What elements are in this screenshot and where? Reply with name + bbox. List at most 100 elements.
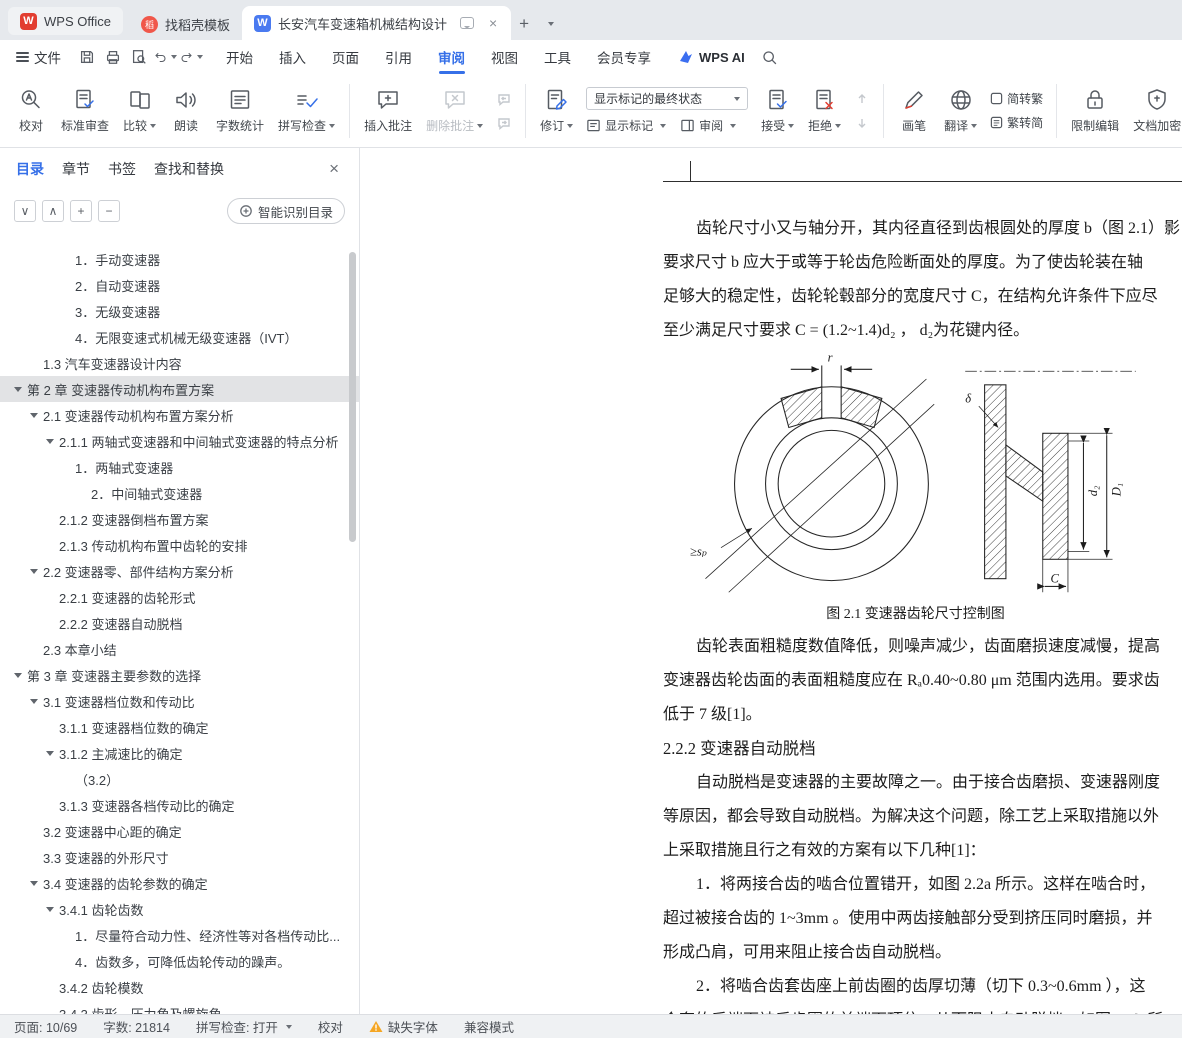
show-markup-button[interactable]: 显示标记 [586, 117, 667, 134]
translate-button[interactable]: 翻译 [937, 79, 984, 143]
page-indicator[interactable]: 页面: 10/69 [14, 1017, 77, 1036]
toc-item[interactable]: 2.2 变速器零、部件结构方案分析 [0, 558, 359, 584]
proofread-button[interactable]: 校对 [8, 79, 54, 143]
tab-docer-templates[interactable]: 稻 找稻壳模板 [129, 8, 242, 40]
toc-item[interactable]: 3.4.3 齿形、压力角及螺旋角 [0, 1000, 359, 1015]
toc-item[interactable]: 3.1.1 变速器档位数的确定 [0, 714, 359, 740]
menu-item[interactable]: 页面 [319, 40, 372, 74]
toc-item[interactable]: 3.1.3 变速器各档传动比的确定 [0, 792, 359, 818]
track-changes-button[interactable]: 修订 [533, 79, 580, 143]
collapse-all-button[interactable]: ∨ [14, 200, 36, 222]
traditional-to-simplified-button[interactable]: 繁转简 [990, 114, 1043, 131]
sidebar-scrollbar-thumb[interactable] [349, 252, 356, 542]
toc-item[interactable]: 1．手动变速器 [0, 246, 359, 272]
menu-item[interactable]: 插入 [266, 40, 319, 74]
new-tab-button[interactable]: + [511, 8, 537, 40]
doc-line[interactable]: 等原因，都会导致自动脱档。为解决这个问题，除工艺上采取措施以外 [663, 800, 1168, 834]
menu-item[interactable]: 视图 [478, 40, 531, 74]
menu-item[interactable]: 引用 [372, 40, 425, 74]
menu-item[interactable]: 工具 [531, 40, 584, 74]
figure-2-1[interactable]: r ≥sₚ δ d₂ D₁ C [663, 348, 1168, 600]
toc-item[interactable]: （3.2） [0, 766, 359, 792]
menu-item[interactable]: 开始 [213, 40, 266, 74]
sidebar-tab[interactable]: 章节 [62, 159, 90, 179]
doc-line[interactable]: 自动脱档是变速器的主要故障之一。由于接合齿磨损、变速器刚度 [663, 766, 1168, 800]
menu-item[interactable]: 会员专享 [584, 40, 664, 74]
expand-triangle-icon[interactable] [46, 906, 54, 912]
toc-item[interactable]: 3.2 变速器中心距的确定 [0, 818, 359, 844]
smart-toc-button[interactable]: 智能识别目录 [226, 198, 345, 224]
toc-item[interactable]: 2.2.2 变速器自动脱档 [0, 610, 359, 636]
toc-item[interactable]: 3.1.2 主减速比的确定 [0, 740, 359, 766]
expand-triangle-icon[interactable] [30, 412, 38, 418]
expand-triangle-icon[interactable] [46, 438, 54, 444]
doc-line[interactable]: 1．将两接合齿的啮合位置错开，如图 2.2a 所示。这样在啮合时， [663, 868, 1168, 902]
expand-triangle-icon[interactable] [14, 386, 22, 392]
toc-item[interactable]: 2.3 本章小结 [0, 636, 359, 662]
proofread-indicator[interactable]: 校对 [318, 1017, 343, 1036]
zoom-out-outline-button[interactable]: − [98, 200, 120, 222]
document-encrypt-button[interactable]: 文档加密 [1126, 79, 1182, 143]
toc-item[interactable]: 4．无限变速式机械无级变速器（IVT） [0, 324, 359, 350]
toc-item[interactable]: 1．两轴式变速器 [0, 454, 359, 480]
doc-line[interactable]: 低于 7 级[1]。 [663, 698, 1168, 732]
tab-close-icon[interactable]: × [487, 15, 499, 31]
standard-review-button[interactable]: 标准审查 [54, 79, 116, 143]
restrict-editing-button[interactable]: 限制编辑 [1064, 79, 1126, 143]
doc-line[interactable]: 要求尺寸 b 应大于或等于轮齿危险断面处的厚度。为了使齿轮装在轴 [663, 246, 1168, 280]
sidebar-tab[interactable]: 书签 [108, 159, 136, 179]
close-pane-icon[interactable]: × [325, 159, 343, 179]
toc-item[interactable]: 3．无级变速器 [0, 298, 359, 324]
doc-line[interactable]: 2.2.2 变速器自动脱档 [663, 732, 1168, 766]
expand-triangle-icon[interactable] [14, 672, 22, 678]
print-button[interactable] [101, 45, 125, 69]
doc-line[interactable]: 合套的后端面被后齿圈的前端面顶住，从而阻止自动脱档，如图 2.2b 所 [663, 1004, 1168, 1014]
spell-check-indicator[interactable]: 拼写检查: 打开 [196, 1017, 292, 1036]
compatibility-mode-indicator[interactable]: 兼容模式 [464, 1017, 514, 1036]
simplified-to-traditional-button[interactable]: 简转繁 [990, 90, 1043, 107]
markup-state-select[interactable]: 显示标记的最终状态 [586, 87, 749, 110]
tab-document[interactable]: W 长安汽车变速箱机械结构设计 × [241, 6, 512, 40]
document-text[interactable]: 齿轮尺寸小又与轴分开，其内径直径到齿根圆处的厚度 b（图 2.1）影 要求尺寸 b… [663, 212, 1180, 1014]
toc-item[interactable]: 1.3 汽车变速器设计内容 [0, 350, 359, 376]
print-preview-button[interactable] [127, 45, 151, 69]
toc-item[interactable]: 1．尽量符合动力性、经济性等对各档传动比... [0, 922, 359, 948]
save-button[interactable] [75, 45, 99, 69]
sidebar-tab[interactable]: 查找和替换 [154, 159, 224, 179]
tab-list-caret-icon[interactable] [537, 8, 562, 40]
doc-line[interactable]: 齿轮表面粗糙度数值降低，则噪声减少，齿面磨损速度减慢，提高 [663, 630, 1168, 664]
doc-line[interactable]: 形成凸肩，可用来阻止接合齿自动脱档。 [663, 936, 1168, 970]
tab-wps-home[interactable]: W WPS Office [8, 7, 123, 35]
toc-item[interactable]: 3.1 变速器档位数和传动比 [0, 688, 359, 714]
file-menu-button[interactable]: 文件 [6, 44, 71, 70]
reject-revision-button[interactable]: 拒绝 [801, 79, 848, 143]
sidebar-tab[interactable]: 目录 [16, 159, 44, 179]
toc-item[interactable]: 2.2.1 变速器的齿轮形式 [0, 584, 359, 610]
doc-line[interactable]: 2．将啮合齿套齿座上前齿圈的齿厚切薄（切下 0.3~0.6mm ），这 [663, 970, 1168, 1004]
toc-item[interactable]: 3.4.1 齿轮齿数 [0, 896, 359, 922]
doc-line[interactable]: 至少满足尺寸要求 C = (1.2~1.4)d₂ ， d₂为花键内径。 [663, 314, 1168, 348]
toc-item[interactable]: 2.1.2 变速器倒档布置方案 [0, 506, 359, 532]
toc-item[interactable]: 3.4 变速器的齿轮参数的确定 [0, 870, 359, 896]
expand-triangle-icon[interactable] [46, 750, 54, 756]
doc-line[interactable]: 变速器齿轮齿面的表面粗糙度应在 Rₐ0.40~0.80 μm 范围内选用。要求齿 [663, 664, 1168, 698]
toc-item[interactable]: 2.1 变速器传动机构布置方案分析 [0, 402, 359, 428]
doc-line[interactable]: 超过被接合齿的 1~3mm 。使用中两齿接触部分受到挤压同时磨损，并 [663, 902, 1168, 936]
doc-line[interactable]: 齿轮尺寸小又与轴分开，其内径直径到齿根圆处的厚度 b（图 2.1）影 [663, 212, 1180, 246]
toc-item[interactable]: 第 3 章 变速器主要参数的选择 [0, 662, 359, 688]
expand-triangle-icon[interactable] [30, 880, 38, 886]
expand-triangle-icon[interactable] [30, 698, 38, 704]
undo-button[interactable] [153, 45, 177, 69]
doc-line[interactable]: 上采取措施且行之有效的方案有以下几种[1]： [663, 834, 1168, 868]
menu-item[interactable]: 审阅 [425, 40, 478, 74]
figure-caption[interactable]: 图 2.1 变速器齿轮尺寸控制图 [663, 600, 1168, 630]
toc-item[interactable]: 2．中间轴式变速器 [0, 480, 359, 506]
redo-button[interactable] [179, 45, 203, 69]
toc-item[interactable]: 2．自动变速器 [0, 272, 359, 298]
toc-item[interactable]: 第 2 章 变速器传动机构布置方案 [0, 376, 359, 402]
toc-item[interactable]: 4．齿数多，可降低齿轮传动的躁声。 [0, 948, 359, 974]
pen-button[interactable]: 画笔 [891, 79, 937, 143]
word-count-button[interactable]: 字数统计 [209, 79, 271, 143]
insert-comment-button[interactable]: 插入批注 [357, 79, 419, 143]
read-aloud-button[interactable]: 朗读 [163, 79, 209, 143]
